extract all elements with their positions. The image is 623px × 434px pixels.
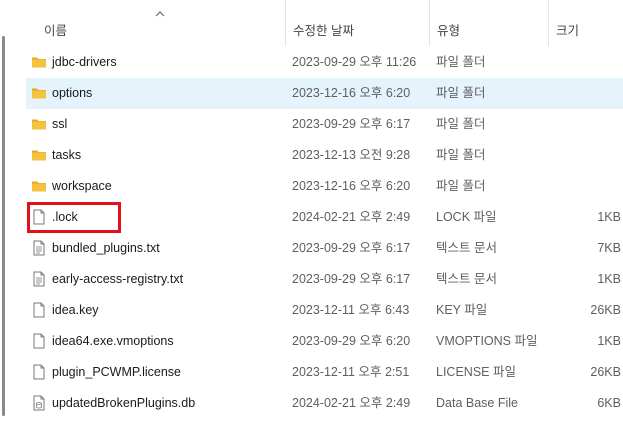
file-name: workspace <box>52 179 112 193</box>
file-row-jdbc-drivers[interactable]: jdbc-drivers 2023-09-29 오후 11:26 파일 폴더 <box>0 47 623 78</box>
text-file-icon <box>33 271 45 287</box>
file-type: 파일 폴더 <box>436 117 486 131</box>
file-row-workspace[interactable]: workspace 2023-12-16 오후 6:20 파일 폴더 <box>0 171 623 202</box>
file-row-early-access-registry[interactable]: early-access-registry.txt 2023-09-29 오후 … <box>0 264 623 295</box>
file-date: 2023-09-29 오후 11:26 <box>292 55 417 69</box>
file-type: 텍스트 문서 <box>436 272 497 286</box>
file-type: 파일 폴더 <box>436 148 486 162</box>
file-date: 2023-09-29 오후 6:17 <box>292 117 411 131</box>
file-type: Data Base File <box>436 396 518 410</box>
file-type: 텍스트 문서 <box>436 241 497 255</box>
file-row-idea-key[interactable]: idea.key 2023-12-11 오후 6:43 KEY 파일 26KB <box>0 295 623 326</box>
file-date: 2023-12-16 오후 6:20 <box>292 179 411 193</box>
file-type: LOCK 파일 <box>436 210 497 224</box>
file-type: 파일 폴더 <box>436 179 486 193</box>
file-date: 2023-12-16 오후 6:20 <box>292 86 411 100</box>
database-file-icon <box>33 395 45 411</box>
file-row-tasks[interactable]: tasks 2023-12-13 오전 9:28 파일 폴더 <box>0 140 623 171</box>
column-header-name[interactable]: 이름 <box>37 0 285 46</box>
file-size: 26KB <box>590 303 621 317</box>
file-date: 2023-09-29 오후 6:17 <box>292 241 411 255</box>
file-date: 2023-09-29 오후 6:20 <box>292 334 411 348</box>
folder-icon <box>32 150 46 161</box>
file-size: 26KB <box>590 365 621 379</box>
file-type: LICENSE 파일 <box>436 365 516 379</box>
file-date: 2023-09-29 오후 6:17 <box>292 272 411 286</box>
file-row-updated-broken-plugins[interactable]: updatedBrokenPlugins.db 2024-02-21 오후 2:… <box>0 388 623 419</box>
file-icon <box>33 302 45 318</box>
file-list: jdbc-drivers 2023-09-29 오후 11:26 파일 폴더 o… <box>0 47 623 419</box>
file-type: VMOPTIONS 파일 <box>436 334 538 348</box>
folder-icon <box>32 119 46 130</box>
file-name: plugin_PCWMP.license <box>52 365 181 379</box>
highlight-box <box>27 202 121 233</box>
file-size: 1KB <box>597 210 621 224</box>
file-row-ssl[interactable]: ssl 2023-09-29 오후 6:17 파일 폴더 <box>0 109 623 140</box>
file-icon <box>33 333 45 349</box>
file-type: KEY 파일 <box>436 303 488 317</box>
file-name: early-access-registry.txt <box>52 272 184 286</box>
file-size: 1KB <box>597 334 621 348</box>
text-file-icon <box>33 240 45 256</box>
sort-ascending-icon <box>155 11 165 17</box>
folder-icon <box>32 181 46 192</box>
file-row-plugin-license[interactable]: plugin_PCWMP.license 2023-12-11 오후 2:51 … <box>0 357 623 388</box>
file-name: jdbc-drivers <box>52 55 117 69</box>
file-type: 파일 폴더 <box>436 86 486 100</box>
folder-icon <box>32 57 46 68</box>
file-date: 2023-12-11 오후 6:43 <box>292 303 410 317</box>
file-name: ssl <box>52 117 68 131</box>
file-date: 2023-12-11 오후 2:51 <box>292 365 410 379</box>
file-row-bundled-plugins[interactable]: bundled_plugins.txt 2023-09-29 오후 6:17 텍… <box>0 233 623 264</box>
column-header-bar: 이름 수정한 날짜 유형 크기 <box>0 0 623 46</box>
file-name: updatedBrokenPlugins.db <box>52 396 196 410</box>
file-size: 7KB <box>597 241 621 255</box>
column-header-size[interactable]: 크기 <box>549 0 623 46</box>
file-name: tasks <box>52 148 82 162</box>
file-date: 2024-02-21 오후 2:49 <box>292 210 411 224</box>
file-row-options[interactable]: options 2023-12-16 오후 6:20 파일 폴더 <box>0 78 623 109</box>
column-header-type[interactable]: 유형 <box>430 0 548 46</box>
file-icon <box>33 364 45 380</box>
file-row-vmoptions[interactable]: idea64.exe.vmoptions 2023-09-29 오후 6:20 … <box>0 326 623 357</box>
file-name: idea64.exe.vmoptions <box>52 334 174 348</box>
file-date: 2023-12-13 오전 9:28 <box>292 148 411 162</box>
file-size: 1KB <box>597 272 621 286</box>
file-date: 2024-02-21 오후 2:49 <box>292 396 411 410</box>
file-type: 파일 폴더 <box>436 55 486 69</box>
file-name: options <box>52 86 93 100</box>
file-size: 6KB <box>597 396 621 410</box>
folder-icon <box>32 88 46 99</box>
file-name: bundled_plugins.txt <box>52 241 160 255</box>
column-header-date[interactable]: 수정한 날짜 <box>286 0 429 46</box>
file-name: idea.key <box>52 303 99 317</box>
